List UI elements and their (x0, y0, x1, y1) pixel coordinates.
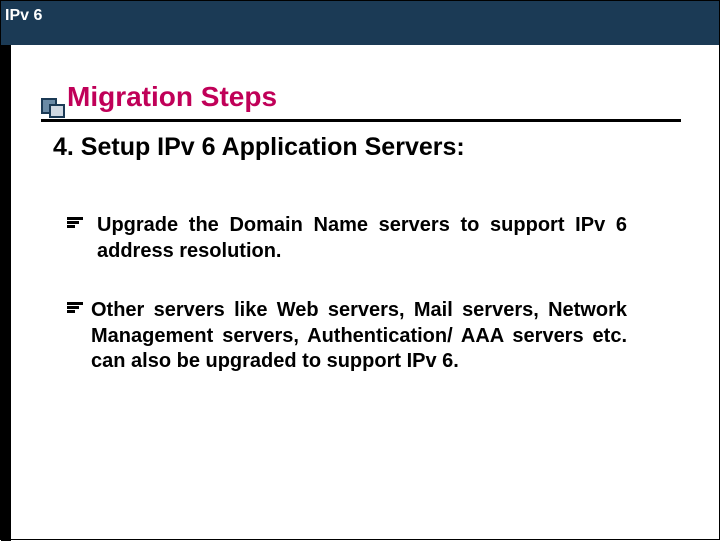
title-underline (41, 119, 681, 122)
bullet-text: Upgrade the Domain Name servers to suppo… (91, 213, 627, 264)
header-band (1, 1, 719, 45)
slide: IPv 6 Migration Steps 4. Setup IPv 6 App… (0, 0, 720, 540)
content-area: Upgrade the Domain Name servers to suppo… (67, 213, 627, 409)
left-beam (1, 45, 11, 541)
header-label: IPv 6 (5, 7, 42, 25)
title-row: Migration Steps (67, 81, 685, 113)
bullet-icon (67, 298, 91, 375)
title-decor-icon (41, 98, 69, 118)
bullet-text: Other servers like Web servers, Mail ser… (91, 298, 627, 375)
list-item: Upgrade the Domain Name servers to suppo… (67, 213, 627, 264)
list-item: Other servers like Web servers, Mail ser… (67, 298, 627, 375)
bullet-icon (67, 213, 91, 264)
slide-subtitle: 4. Setup IPv 6 Application Servers: (53, 133, 465, 162)
slide-title: Migration Steps (67, 81, 685, 113)
